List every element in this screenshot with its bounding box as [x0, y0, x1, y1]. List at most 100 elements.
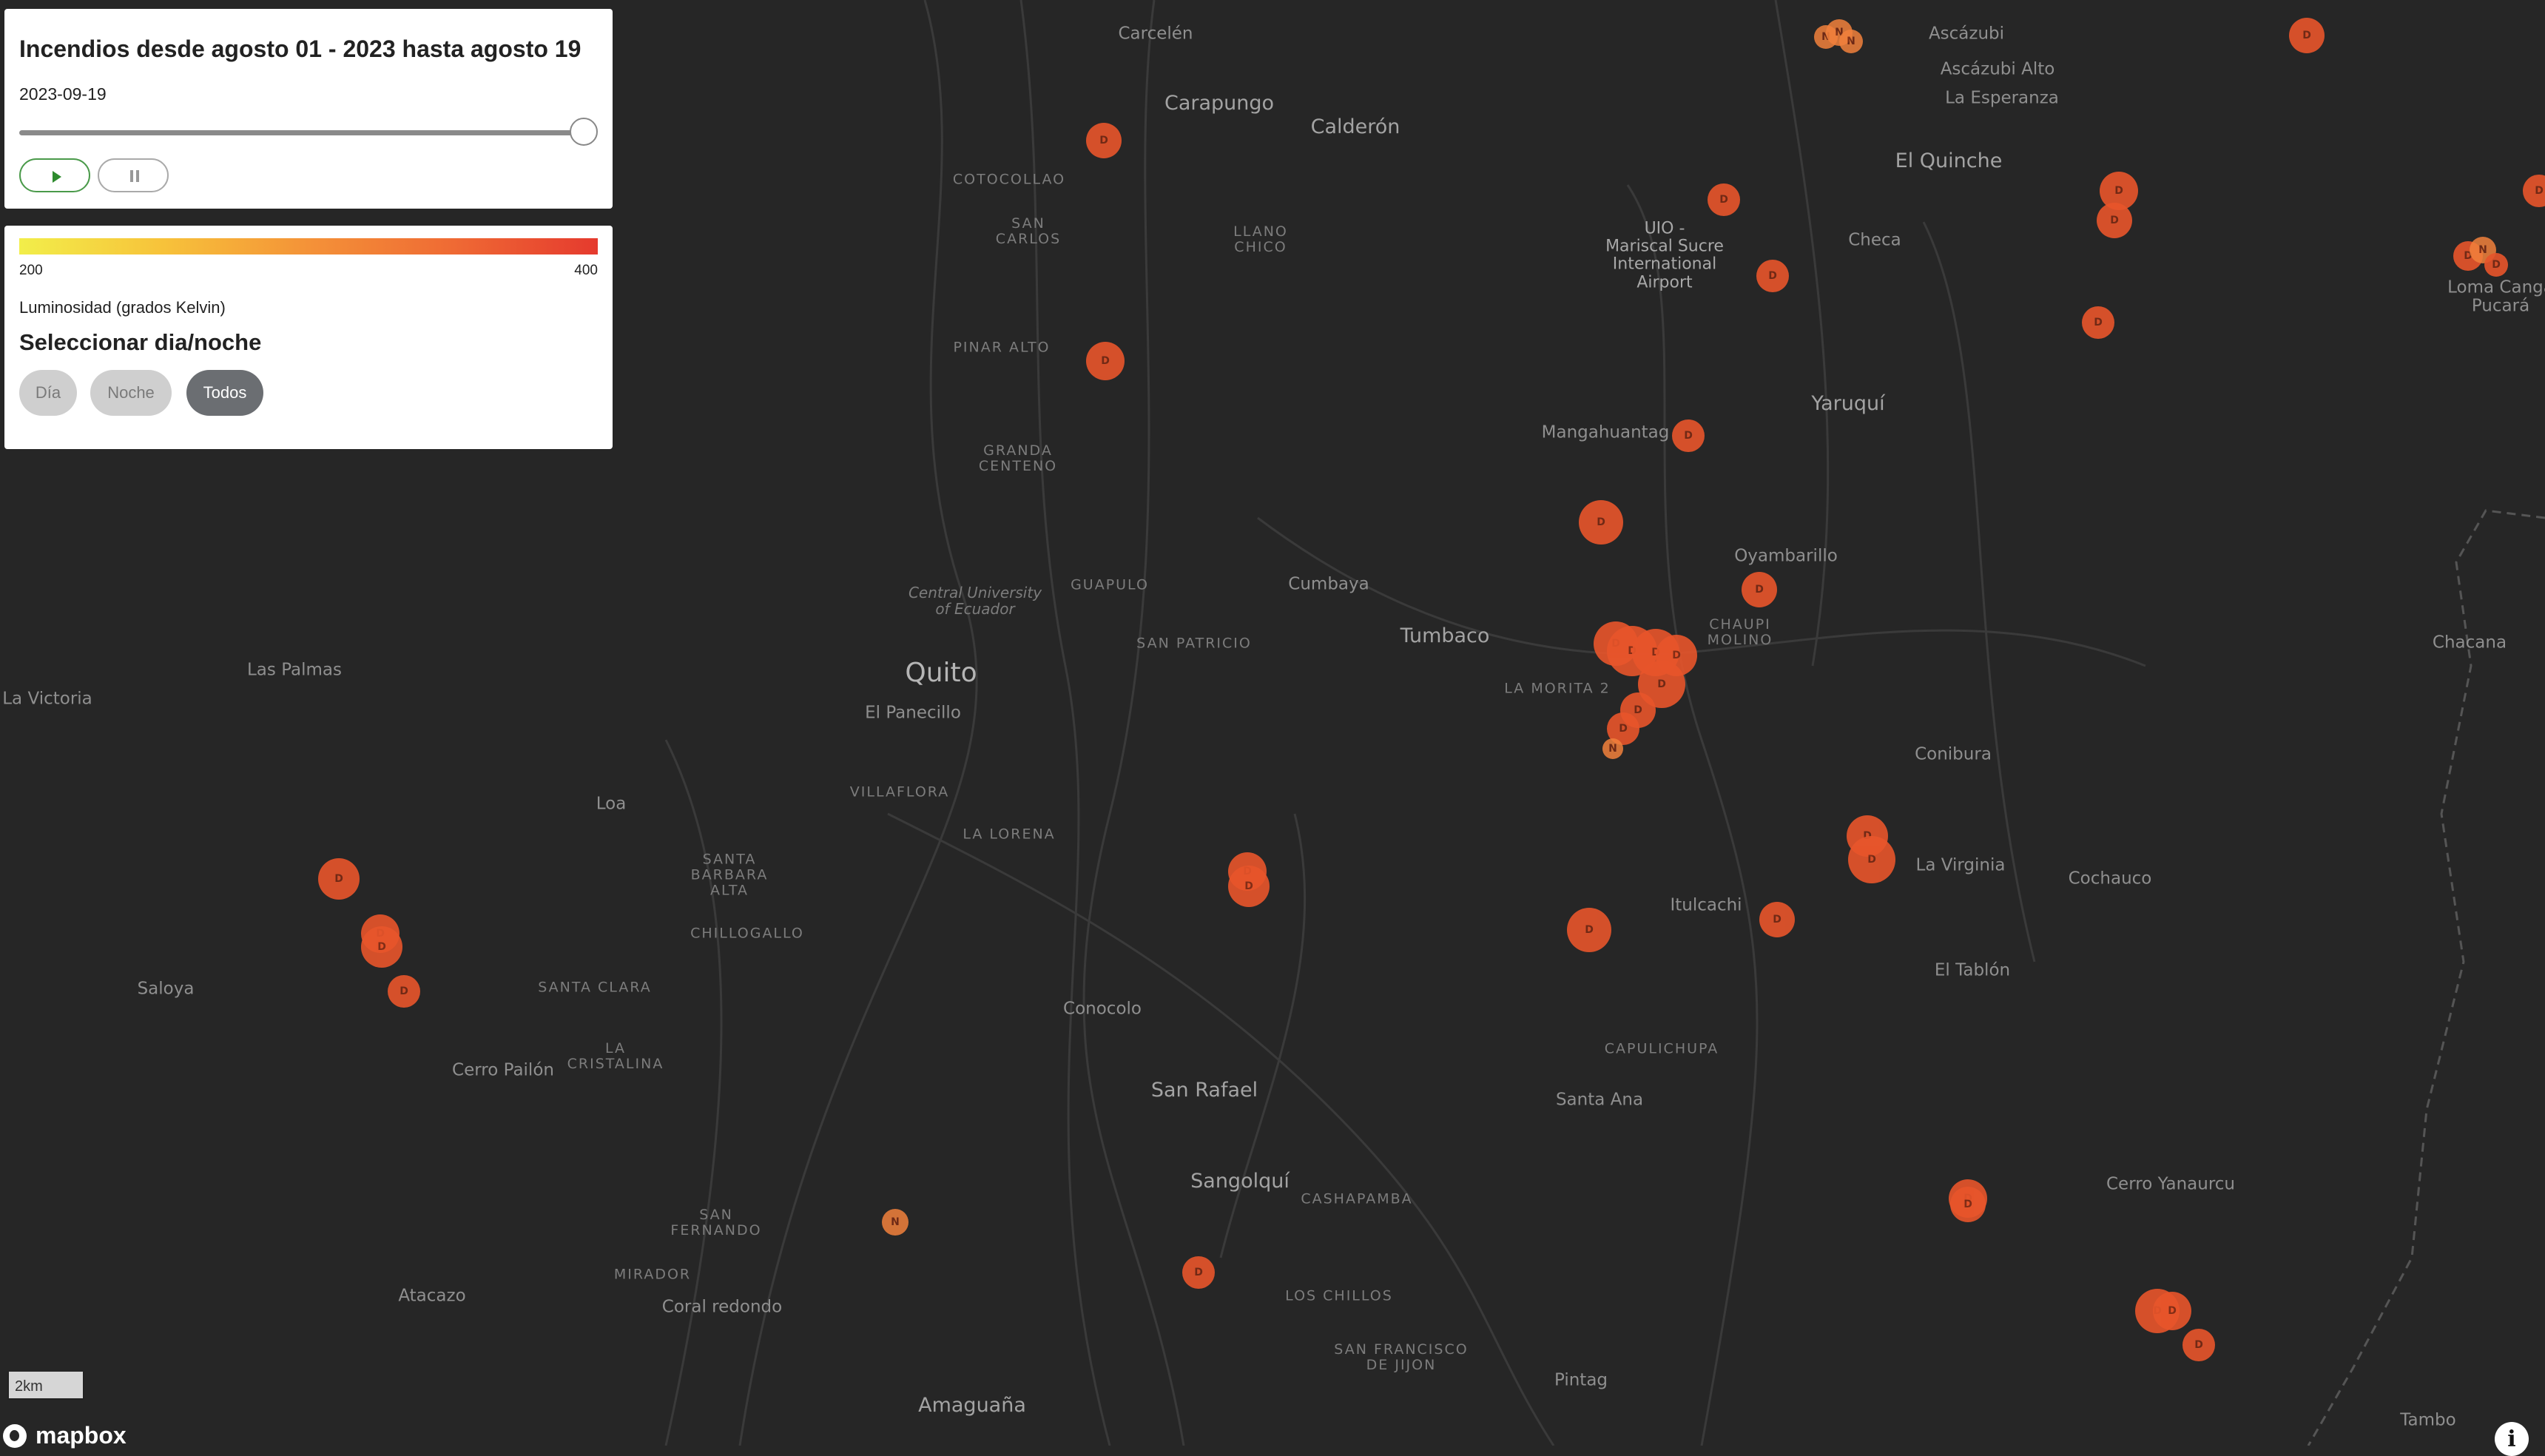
fire-marker[interactable]: D [1579, 500, 1623, 545]
map-canvas[interactable]: Carcelén Carapungo Calderón COTOCOLLAO SAN CA… [0, 0, 2545, 1446]
place-label: Atacazo [398, 1286, 466, 1306]
fire-marker[interactable]: D [2484, 253, 2508, 277]
place-label: LOS CHILLOS [1285, 1287, 1393, 1304]
fire-marker[interactable]: D [388, 975, 420, 1008]
play-icon [53, 171, 61, 183]
place-label: UIO - Mariscal Sucre International Airport [1605, 219, 1724, 292]
place-label: SANTA BARBARA ALTA [690, 851, 769, 899]
fire-marker[interactable]: D [2289, 18, 2325, 53]
day-night-heading: Seleccionar dia/noche [19, 329, 262, 355]
place-label: CHAUPI MOLINO [1707, 616, 1773, 648]
fire-marker[interactable]: D [2153, 1292, 2191, 1330]
place-label: Central University of Ecuador [908, 584, 1042, 618]
fire-marker[interactable]: D [1672, 419, 1705, 452]
mapbox-logo-icon [3, 1423, 27, 1448]
place-label: Cumbaya [1288, 574, 1369, 594]
scale-label: 2km [15, 1378, 43, 1395]
date-slider-track[interactable] [19, 130, 582, 135]
fire-marker[interactable]: D [1742, 572, 1777, 607]
place-label: Mangahuantag [1541, 422, 1670, 442]
place-label: Checa [1848, 230, 1901, 250]
place-label: La Victoria [2, 689, 92, 709]
place-label: GRANDA CENTENO [978, 442, 1058, 474]
fire-marker[interactable]: D [1086, 342, 1125, 380]
fire-marker[interactable]: D [2182, 1329, 2215, 1361]
place-label: COTOCOLLAO [952, 171, 1066, 188]
place-label: Carcelén [1118, 24, 1193, 44]
gradient-max-label: 400 [574, 263, 598, 278]
place-label: San Rafael [1150, 1079, 1258, 1102]
fire-marker[interactable]: D [318, 858, 360, 900]
fire-marker[interactable]: D [1086, 123, 1122, 158]
current-date: 2023-09-19 [19, 84, 107, 104]
fire-marker[interactable]: D [2097, 203, 2132, 238]
place-label: Itulcachi [1670, 895, 1742, 915]
place-label: Las Palmas [246, 660, 343, 680]
filter-noche-button[interactable]: Noche [90, 370, 172, 416]
place-label: Yaruquí [1811, 392, 1885, 416]
play-button[interactable] [19, 158, 90, 192]
place-label: Conocolo [1063, 999, 1142, 1019]
fire-marker[interactable]: D [1756, 260, 1789, 292]
place-label: CAPULICHUPA [1604, 1040, 1719, 1057]
place-label: SAN PATRICIO [1136, 635, 1252, 652]
place-label: PINAR ALTO [953, 339, 1051, 356]
place-label: SAN FERNANDO [670, 1207, 762, 1238]
place-label: LLANO CHICO [1233, 223, 1288, 255]
place-label: Cochauco [2068, 869, 2152, 889]
place-label: SAN FRANCISCO DE JIJON [1334, 1341, 1469, 1373]
gradient-min-label: 200 [19, 263, 43, 278]
fire-marker[interactable]: N [1839, 30, 1863, 53]
fire-marker[interactable]: D [1228, 866, 1270, 907]
place-label: Saloya [137, 979, 195, 999]
place-label: Coral redondo [661, 1297, 783, 1317]
place-label: La Esperanza [1945, 88, 2059, 108]
filter-todos-button[interactable]: Todos [186, 370, 263, 416]
place-label: Carapungo [1164, 92, 1275, 115]
place-label: Chacana [2432, 633, 2507, 653]
place-label: El Panecillo [865, 703, 961, 723]
place-label: Loa [596, 794, 627, 814]
place-label: Tumbaco [1400, 624, 1490, 648]
fire-marker[interactable]: D [1182, 1256, 1215, 1289]
info-icon: i [2507, 1426, 2516, 1452]
luminosity-gradient [19, 238, 598, 255]
fire-marker[interactable]: D [1759, 902, 1795, 937]
place-label: Cerro Pailón [452, 1060, 554, 1080]
place-label: Oyambarillo [1734, 546, 1838, 566]
mapbox-logo[interactable]: mapbox [3, 1422, 127, 1449]
place-label: El Quinche [1895, 149, 2003, 173]
place-label: Tambo [2400, 1410, 2456, 1430]
place-label: Santa Ana [1555, 1090, 1644, 1110]
place-label: MIRADOR [613, 1266, 692, 1283]
pause-button[interactable] [98, 158, 169, 192]
place-label: LA LORENA [963, 826, 1056, 843]
legend-panel: 200 400 Luminosidad (grados Kelvin) Sele… [4, 226, 613, 449]
fire-marker[interactable]: D [1950, 1187, 1986, 1222]
filter-dia-button[interactable]: Día [19, 370, 77, 416]
pause-icon [130, 170, 133, 182]
fire-marker[interactable]: N [882, 1209, 909, 1236]
fire-marker[interactable]: D [2082, 306, 2114, 339]
fire-marker[interactable]: D [361, 926, 402, 968]
mapbox-logo-text: mapbox [36, 1422, 127, 1449]
date-slider-thumb[interactable] [570, 118, 598, 146]
place-label: CHILLOGALLO [690, 925, 804, 942]
place-label: SAN CARLOS [995, 215, 1062, 247]
place-label: VILLAFLORA [849, 783, 950, 801]
place-label: Loma Canga Pucará [2447, 277, 2545, 316]
place-label: Quito [905, 658, 977, 689]
place-label: LA MORITA 2 [1504, 680, 1611, 697]
map-roads [664, 0, 2545, 1446]
legend-caption: Luminosidad (grados Kelvin) [19, 298, 226, 317]
fire-marker[interactable]: N [1602, 738, 1623, 759]
fire-marker[interactable]: D [1708, 183, 1740, 216]
place-label: CASHAPAMBA [1301, 1190, 1413, 1207]
time-slider-panel: Incendios desde agosto 01 - 2023 hasta a… [4, 9, 613, 209]
fire-marker[interactable]: D [1567, 908, 1611, 952]
attribution-info-button[interactable]: i [2495, 1422, 2529, 1456]
place-label: Pintag [1554, 1370, 1608, 1390]
place-label: Sangolquí [1190, 1170, 1290, 1193]
place-label: LA CRISTALINA [567, 1040, 664, 1072]
fire-marker[interactable]: D [1848, 836, 1895, 883]
